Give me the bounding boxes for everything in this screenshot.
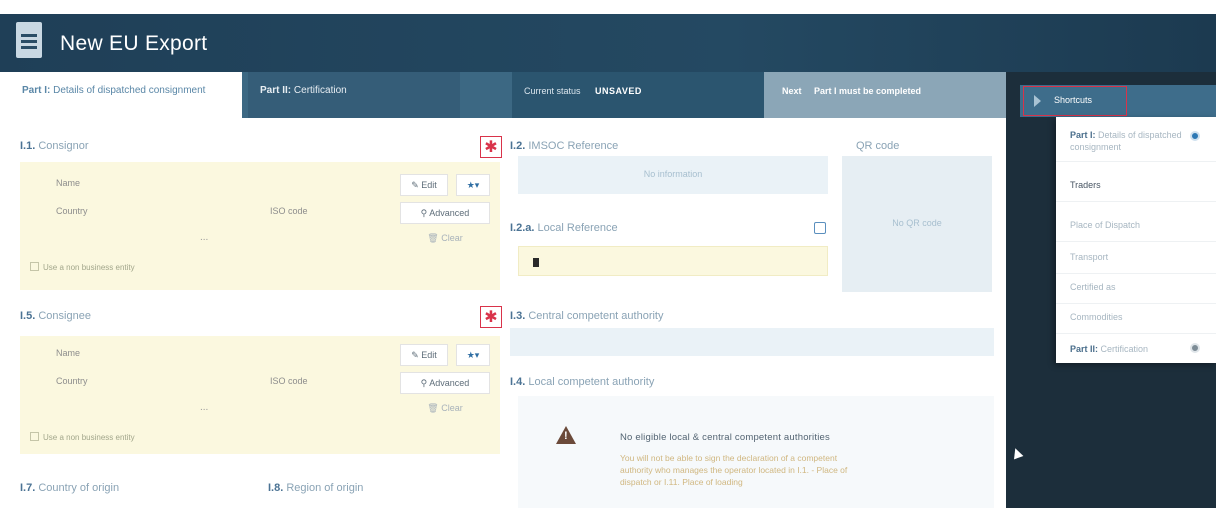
consignor-advanced-button[interactable]: ⚲ Advanced (400, 202, 490, 224)
consignor-favorite-dropdown[interactable]: ★▾ (456, 174, 490, 196)
required-icon: ✱ (480, 136, 502, 158)
shortcuts-button[interactable]: Shortcuts (1023, 86, 1127, 116)
consignee-box: Name Country ISO code ... Use a non busi… (20, 336, 500, 454)
edit-icon[interactable] (814, 222, 826, 234)
warning-line-1: You will not be able to sign the declara… (620, 453, 838, 463)
consignor-clear-label: Clear (441, 233, 463, 243)
region-origin-label: Region of origin (286, 482, 364, 494)
consignor-title: Consignor (38, 140, 89, 152)
country-origin-num: I.7. (20, 482, 36, 494)
consignee-title: Consignee (38, 310, 91, 322)
consignor-num: I.1. (20, 140, 36, 152)
region-origin-num: I.8. (268, 482, 284, 494)
consignee-dots: ... (200, 402, 209, 413)
document-icon (16, 22, 42, 58)
central-authority-field[interactable] (510, 328, 994, 356)
warning-line-2: authority who manages the operator locat… (620, 465, 848, 475)
consignee-edit-button[interactable]: ✎ Edit (400, 344, 448, 366)
status-dot-icon (1190, 343, 1200, 353)
shortcut-commodities[interactable]: Commodities (1070, 311, 1210, 323)
consignee-favorite-dropdown[interactable]: ★▾ (456, 344, 490, 366)
consignee-name-label: Name (56, 348, 81, 358)
consignor-name-label: Name (56, 178, 81, 188)
consignee-clear-button[interactable]: 🗑 Clear (400, 398, 490, 420)
country-origin-label: Country of origin (38, 482, 120, 494)
status-label: Current status (524, 86, 581, 96)
next-step: Next Part I must be completed (764, 72, 1006, 118)
local-reference-input[interactable] (518, 246, 828, 276)
central-authority-num: I.3. (510, 310, 526, 322)
region-origin-title: I.8. Region of origin (268, 482, 363, 494)
consignor-edit-label: Edit (421, 180, 437, 190)
current-status: Current status UNSAVED (512, 72, 764, 118)
local-ref-title: I.2.a. Local Reference (510, 222, 618, 234)
imsoc-num: I.2. (510, 140, 526, 152)
country-origin-title: I.7. Country of origin (20, 482, 119, 494)
consignor-non-business-checkbox[interactable]: Use a non business entity (30, 262, 135, 272)
qr-code-box: No QR code (842, 156, 992, 292)
status-dot-icon (1190, 131, 1200, 141)
central-authority-title: I.3. Central competent authority (510, 310, 664, 322)
app-header: New EU Export (0, 14, 1216, 72)
local-authority-label: Local competent authority (528, 376, 655, 388)
shortcut-part-1-prefix: Part I: (1070, 130, 1096, 140)
shortcut-place-of-dispatch[interactable]: Place of Dispatch (1070, 219, 1210, 231)
consignee-edit-label: Edit (421, 350, 437, 360)
bookmark-icon (533, 258, 539, 267)
next-label: Next (782, 86, 802, 96)
consignor-section-title: I.1. Consignor (20, 140, 89, 152)
central-authority-label: Central competent authority (528, 310, 664, 322)
tab-part-2[interactable]: Part II: Certification (248, 72, 460, 118)
consignee-iso-label: ISO code (270, 376, 308, 386)
local-authority-num: I.4. (510, 376, 526, 388)
page-title: New EU Export (60, 32, 208, 55)
authority-warning: ! No eligible local & central competent … (518, 396, 994, 508)
consignee-advanced-button[interactable]: ⚲ Advanced (400, 372, 490, 394)
warning-heading: No eligible local & central competent au… (620, 432, 830, 443)
consignor-edit-button[interactable]: ✎ Edit (400, 174, 448, 196)
status-badge: UNSAVED (595, 86, 642, 96)
qr-code-title: QR code (856, 140, 900, 152)
main-content: I.1. Consignor ✱ Name Country ISO code .… (10, 118, 1006, 508)
consignor-country-label: Country (56, 206, 88, 216)
qr-code-value: No QR code (892, 218, 942, 228)
required-icon: ✱ (480, 306, 502, 328)
consignee-num: I.5. (20, 310, 36, 322)
consignor-box: Name Country ISO code ... Use a non busi… (20, 162, 500, 290)
consignee-section-title: I.5. Consignee (20, 310, 91, 322)
next-value: Part I must be completed (814, 86, 922, 96)
tab-bar: Part I: Details of dispatched consignmen… (10, 72, 1006, 118)
tab-part-2-prefix: Part II: (260, 85, 292, 96)
consignee-advanced-label: Advanced (429, 378, 470, 388)
shortcut-transport[interactable]: Transport (1070, 251, 1210, 263)
local-ref-label: Local Reference (537, 222, 618, 234)
shortcut-part-2-label: Certification (1100, 344, 1149, 354)
consignor-clear-button[interactable]: 🗑 Clear (400, 228, 490, 250)
imsoc-title: IMSOC Reference (528, 140, 619, 152)
warning-line-3: dispatch or I.11. Place of loading (620, 477, 743, 487)
shortcuts-panel: Part I: Details of dispatched consignmen… (1056, 117, 1216, 363)
shortcut-certified-as[interactable]: Certified as (1070, 281, 1210, 293)
shortcut-traders[interactable]: Traders (1070, 179, 1210, 191)
consignee-country-label: Country (56, 376, 88, 386)
consignor-dots: ... (200, 232, 209, 243)
local-authority-title: I.4. Local competent authority (510, 376, 654, 388)
tab-part-2-label: Certification (293, 85, 347, 96)
consignor-iso-label: ISO code (270, 206, 308, 216)
shortcut-part-2[interactable]: Part II: Certification (1070, 343, 1210, 355)
consignee-clear-label: Clear (441, 403, 463, 413)
shortcut-part-1[interactable]: Part I: Details of dispatched consignmen… (1070, 129, 1210, 153)
shortcut-part-2-prefix: Part II: (1070, 344, 1099, 354)
tab-part-1-label: Details of dispatched consignment (53, 85, 206, 96)
imsoc-value: No information (643, 169, 703, 179)
tab-part-1[interactable]: Part I: Details of dispatched consignmen… (10, 72, 242, 118)
imsoc-section-title: I.2. IMSOC Reference (510, 140, 618, 152)
consignor-advanced-label: Advanced (429, 208, 470, 218)
imsoc-reference-field: No information (518, 156, 828, 194)
tab-part-1-prefix: Part I: (22, 85, 51, 96)
consignee-non-business-checkbox[interactable]: Use a non business entity (30, 432, 135, 442)
local-ref-num: I.2.a. (510, 222, 535, 234)
